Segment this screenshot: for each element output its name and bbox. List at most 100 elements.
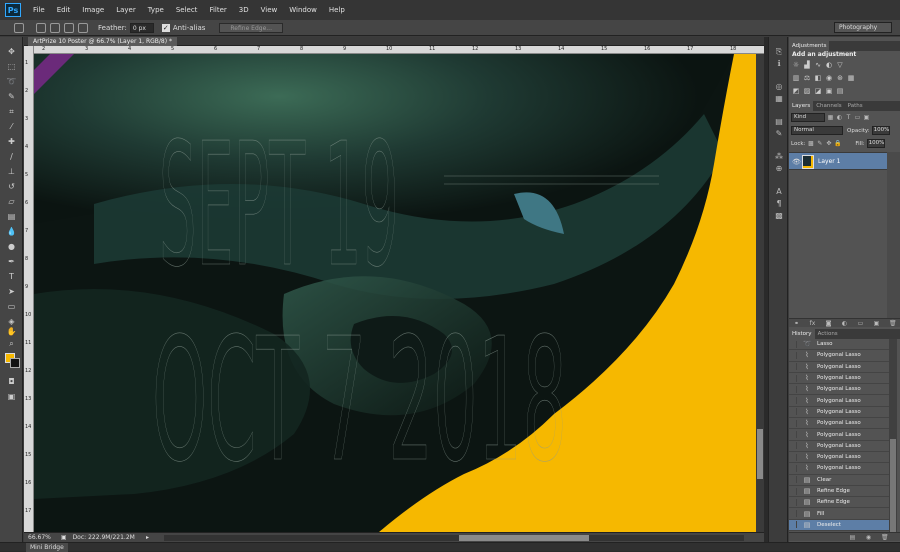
adjustment-filter-icon[interactable]: ◐ bbox=[836, 114, 843, 121]
intersect-selection-icon[interactable] bbox=[78, 22, 88, 33]
exposure-icon[interactable]: ◐ bbox=[825, 62, 833, 69]
posterize-icon[interactable]: ▨ bbox=[803, 88, 811, 95]
new-adjustment-icon[interactable]: ◐ bbox=[841, 320, 848, 327]
brightness-contrast-icon[interactable]: ☼ bbox=[792, 62, 800, 69]
eyedropper-tool-icon[interactable]: ⁄ bbox=[6, 122, 17, 132]
history-brush-source-box[interactable] bbox=[791, 487, 797, 495]
hand-tool-icon[interactable]: ✋ bbox=[6, 327, 17, 337]
history-state[interactable]: ⌇ Polygonal Lasso bbox=[789, 407, 889, 419]
crop-tool-icon[interactable]: ⌗ bbox=[6, 107, 17, 117]
history-state[interactable]: ⌇ Polygonal Lasso bbox=[789, 395, 889, 407]
tab-adjustments[interactable]: Adjustments bbox=[789, 41, 830, 51]
layer-row[interactable]: 👁 Layer 1 bbox=[789, 152, 887, 170]
color-lookup-icon[interactable]: ▦ bbox=[847, 75, 855, 82]
photo-filter-icon[interactable]: ◉ bbox=[825, 75, 833, 82]
pixel-filter-icon[interactable]: ▦ bbox=[827, 114, 834, 121]
brush-presets-icon[interactable]: ✎ bbox=[774, 129, 784, 138]
paragraph-panel-icon[interactable]: ¶ bbox=[774, 199, 784, 208]
history-brush-source-box[interactable] bbox=[791, 510, 797, 518]
history-scroll-thumb[interactable] bbox=[890, 439, 896, 534]
workspace-select[interactable]: Photography bbox=[834, 22, 892, 33]
tab-actions[interactable]: Actions bbox=[815, 329, 841, 339]
lock-pixels-icon[interactable]: ✎ bbox=[816, 140, 823, 147]
link-layers-icon[interactable]: ⚭ bbox=[793, 320, 800, 327]
history-state[interactable]: ▤ Refine Edge bbox=[789, 486, 889, 498]
menu-file[interactable]: File bbox=[27, 6, 51, 14]
menu-filter[interactable]: Filter bbox=[203, 6, 232, 14]
vibrance-icon[interactable]: ▽ bbox=[836, 62, 844, 69]
menu-view[interactable]: View bbox=[255, 6, 284, 14]
tab-channels[interactable]: Channels bbox=[813, 101, 844, 111]
new-group-icon[interactable]: ▭ bbox=[857, 320, 864, 327]
history-state[interactable]: ⌇ Polygonal Lasso bbox=[789, 418, 889, 430]
color-balance-icon[interactable]: ⚖ bbox=[803, 75, 811, 82]
canvas-vertical-scrollbar[interactable] bbox=[756, 54, 764, 532]
hue-saturation-icon[interactable]: ▥ bbox=[792, 75, 800, 82]
shape-tool-icon[interactable]: ▭ bbox=[6, 302, 17, 312]
type-tool-icon[interactable]: T bbox=[6, 272, 17, 282]
brush-panel-icon[interactable]: ⁂ bbox=[774, 152, 784, 161]
history-brush-source-box[interactable] bbox=[791, 453, 797, 461]
history-brush-source-box[interactable] bbox=[791, 476, 797, 484]
horizontal-scroll-thumb[interactable] bbox=[459, 535, 589, 541]
tab-layers[interactable]: Layers bbox=[789, 101, 814, 111]
blur-tool-icon[interactable]: 💧 bbox=[6, 227, 17, 237]
pen-tool-icon[interactable]: ✒ bbox=[6, 257, 17, 267]
lock-position-icon[interactable]: ✥ bbox=[825, 140, 832, 147]
clone-stamp-tool-icon[interactable]: ⊥ bbox=[6, 167, 17, 177]
history-state[interactable]: ➰ Lasso bbox=[789, 339, 889, 351]
history-brush-source-box[interactable] bbox=[791, 408, 797, 416]
status-menu-arrow-icon[interactable]: ▸ bbox=[146, 534, 149, 541]
layers-scrollbar[interactable] bbox=[887, 152, 900, 322]
history-state[interactable]: ▤ Refine Edge bbox=[789, 497, 889, 509]
shape-filter-icon[interactable]: ▭ bbox=[854, 114, 861, 121]
gradient-map-icon[interactable]: ▤ bbox=[836, 88, 844, 95]
history-state[interactable]: ⌇ Polygonal Lasso bbox=[789, 441, 889, 452]
lock-all-icon[interactable]: 🔒 bbox=[834, 140, 841, 147]
properties-panel-icon[interactable]: ℹ bbox=[774, 59, 784, 68]
gradient-tool-icon[interactable]: ▤ bbox=[6, 212, 17, 222]
history-brush-source-box[interactable] bbox=[791, 374, 797, 382]
document-canvas[interactable]: SEPT 19 OCT 7 2018 bbox=[34, 54, 756, 532]
history-brush-source-box[interactable] bbox=[791, 431, 797, 439]
history-brush-source-box[interactable] bbox=[791, 442, 797, 450]
refine-edge-button[interactable]: Refine Edge... bbox=[219, 22, 283, 33]
menu-help[interactable]: Help bbox=[323, 6, 351, 14]
history-brush-source-box[interactable] bbox=[791, 464, 797, 472]
menu-edit[interactable]: Edit bbox=[51, 6, 77, 14]
history-brush-tool-icon[interactable]: ↺ bbox=[6, 182, 17, 192]
vertical-scroll-thumb[interactable] bbox=[757, 429, 763, 479]
opacity-input[interactable]: 100% bbox=[871, 126, 890, 135]
quick-select-tool-icon[interactable]: ✎ bbox=[6, 92, 17, 102]
marquee-tool-icon[interactable]: ⬚ bbox=[6, 62, 17, 72]
menu-window[interactable]: Window bbox=[283, 6, 323, 14]
menu-image[interactable]: Image bbox=[76, 6, 110, 14]
menu-layer[interactable]: Layer bbox=[110, 6, 142, 14]
new-snapshot-icon[interactable]: ◉ bbox=[865, 534, 872, 541]
layer-style-icon[interactable]: fx bbox=[809, 320, 816, 327]
horizontal-ruler[interactable]: 2 3 4 5 6 7 8 9 10 11 12 13 14 15 16 17 18 bbox=[34, 46, 764, 54]
visibility-eye-icon[interactable]: 👁 bbox=[792, 158, 801, 166]
delete-layer-icon[interactable]: 🗑 bbox=[889, 320, 897, 327]
history-brush-source-box[interactable] bbox=[791, 419, 797, 427]
history-brush-source-box[interactable] bbox=[791, 498, 797, 506]
layer-kind-filter[interactable]: Kind bbox=[791, 113, 825, 122]
antialias-checkbox[interactable]: ✓ bbox=[161, 23, 170, 32]
fill-input[interactable]: 100% bbox=[866, 139, 885, 148]
navigator-panel-icon[interactable]: ▦ bbox=[774, 94, 784, 103]
history-state[interactable]: ⌇ Polygonal Lasso bbox=[789, 373, 889, 385]
eraser-tool-icon[interactable]: ▱ bbox=[6, 197, 17, 207]
clone-source-icon[interactable]: ⊕ bbox=[774, 164, 784, 173]
history-panel-icon[interactable]: ⎘ bbox=[774, 47, 784, 56]
delete-state-icon[interactable]: 🗑 bbox=[881, 534, 889, 541]
menu-3d[interactable]: 3D bbox=[233, 6, 255, 14]
history-state[interactable]: ▤ Deselect bbox=[789, 519, 889, 532]
tab-paths[interactable]: Paths bbox=[845, 101, 866, 111]
new-document-from-state-icon[interactable]: ▤ bbox=[849, 534, 856, 541]
path-selection-tool-icon[interactable]: ➤ bbox=[6, 287, 17, 297]
character-panel-icon[interactable]: A bbox=[774, 187, 784, 196]
menu-type[interactable]: Type bbox=[142, 6, 170, 14]
type-filter-icon[interactable]: T bbox=[845, 114, 852, 121]
lasso-tool-icon[interactable]: ➰ bbox=[6, 77, 17, 87]
tool-presets-icon[interactable]: ▤ bbox=[774, 117, 784, 126]
